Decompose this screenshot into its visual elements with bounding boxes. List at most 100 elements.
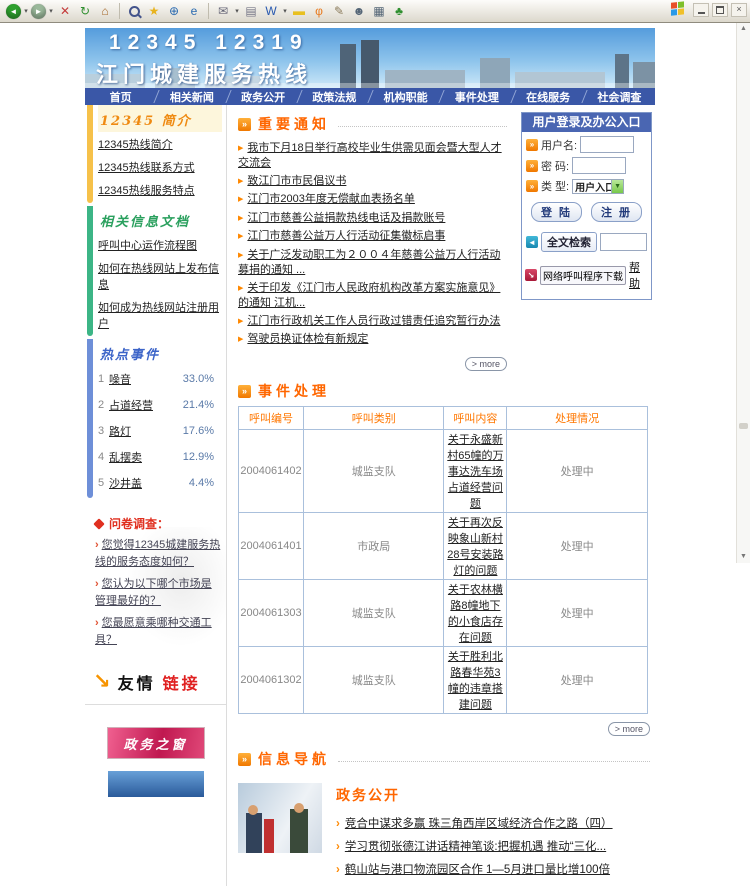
search-icon[interactable]	[125, 2, 143, 20]
building-icon[interactable]: ▦	[370, 2, 388, 20]
scroll-up-icon[interactable]: ▲	[737, 23, 750, 35]
print-icon[interactable]: ▤	[242, 2, 260, 20]
scrollbar-thumb[interactable]	[739, 423, 748, 429]
fulltext-search-button[interactable]: 全文检索	[541, 232, 597, 252]
notice-link[interactable]: 关于广泛发动职工为２００４年慈善公益万人行活动募捐的通知 ...	[238, 249, 500, 277]
toolbar-separator	[119, 3, 120, 19]
section-ribbon	[87, 339, 93, 498]
section-title: 热点事件	[98, 339, 222, 366]
favorites-icon[interactable]: ★	[145, 2, 163, 20]
notes-icon[interactable]: ▬	[290, 2, 308, 20]
notice-link[interactable]: 致江门市市民倡议书	[247, 175, 346, 187]
draw-icon[interactable]: ✎	[330, 2, 348, 20]
table-header-cell: 呼叫类别	[304, 407, 444, 430]
forward-icon[interactable]: ►	[31, 4, 46, 19]
notice-link[interactable]: 关于印发《江门市人民政府机构改革方案实施意见》的通知 江机...	[238, 282, 500, 310]
word-icon[interactable]: W	[262, 2, 280, 20]
news-link[interactable]: 竞合中谋求多赢 珠三角西岸区域经济合作之路（四）	[336, 817, 652, 832]
hot-event-link[interactable]: 噪音	[109, 371, 183, 387]
notice-link[interactable]: 江门市行政机关工作人员行政过错责任追究暂行办法	[247, 315, 500, 327]
status-cell: 处理中	[507, 580, 647, 647]
mail-icon[interactable]: ✉	[214, 2, 232, 20]
hot-event-link[interactable]: 沙井盖	[109, 475, 189, 491]
survey-question-link[interactable]: 您认为以下哪个市场是管理最好的？	[95, 576, 222, 610]
nav-item[interactable]: 政务公开	[228, 88, 299, 105]
chevron-down-icon[interactable]: ▼	[611, 179, 624, 194]
hot-event-link[interactable]: 乱摆卖	[109, 449, 183, 465]
call-category-cell: 城监支队	[304, 430, 444, 513]
nav-item[interactable]: 机构职能	[370, 88, 441, 105]
sidebar-link[interactable]: 12345热线简介	[98, 132, 222, 155]
help-link[interactable]: 帮助	[629, 259, 648, 291]
home-icon[interactable]: ⌂	[96, 2, 114, 20]
news-link[interactable]: 学习贯彻张德江讲话精神笔谈:把握机遇 推动“三化...	[336, 840, 652, 855]
ie-icon[interactable]: e	[185, 2, 203, 20]
stop-icon[interactable]: ✕	[56, 2, 74, 20]
call-content-link[interactable]: 关于农林横路8幢地下的小食店存在问题	[448, 584, 503, 644]
sidebar-link[interactable]: 如何在热线网站上发布信息	[98, 256, 222, 295]
notice-link[interactable]: 江门市慈善公益万人行活动征集徽标启事	[247, 230, 445, 242]
misc-icon[interactable]: ♣	[390, 2, 408, 20]
plugin-icon[interactable]: φ	[310, 2, 328, 20]
gov-window-banner[interactable]: 政务之窗	[107, 727, 205, 759]
nav-item[interactable]: 事件处理	[441, 88, 512, 105]
call-content-cell: 关于胜利北路春华苑3幢的违章搭建问题	[444, 647, 507, 714]
notice-link[interactable]: 我市下月18日举行高校毕业生供需见面会暨大型人才交流会	[238, 142, 502, 170]
back-dropdown-icon[interactable]: ▾	[22, 2, 30, 20]
username-field[interactable]	[580, 136, 634, 153]
sidebar-link[interactable]: 呼叫中心运作流程图	[98, 233, 222, 256]
mail-dropdown-icon[interactable]: ▾	[233, 2, 241, 20]
minimize-button[interactable]	[693, 3, 709, 17]
section-title: 12345 简介	[98, 105, 222, 132]
sidebar-link[interactable]: 如何成为热线网站注册用户	[98, 295, 222, 334]
notice-link[interactable]: 江门市2003年度无偿献血表扬名单	[247, 193, 414, 205]
hot-event-rank: 3	[98, 425, 109, 437]
restore-button[interactable]	[712, 3, 728, 17]
people-icon[interactable]: ☻	[350, 2, 368, 20]
call-content-link[interactable]: 关于再次反映象山新村28号安装路灯的问题	[447, 517, 503, 577]
survey-question-link[interactable]: 您觉得12345城建服务热线的服务态度如何？	[95, 537, 222, 571]
notice-link[interactable]: 驾驶员换证体检有新规定	[247, 333, 368, 345]
back-icon[interactable]: ◄	[6, 4, 21, 19]
notice-link[interactable]: 江门市慈善公益捐款热线电话及捐款账号	[247, 212, 445, 224]
refresh-icon[interactable]: ↻	[76, 2, 94, 20]
hot-event-percent: 17.6%	[183, 425, 222, 437]
nav-item[interactable]: 政策法规	[299, 88, 370, 105]
user-type-select[interactable]: 用户入口 ▼	[572, 179, 624, 194]
call-content-link[interactable]: 关于胜利北路春华苑3幢的违章搭建问题	[448, 651, 503, 711]
nav-item[interactable]: 社会调查	[584, 88, 655, 105]
forward-dropdown-icon[interactable]: ▾	[47, 2, 55, 20]
login-button[interactable]: 登 陆	[531, 202, 582, 222]
events-more-button[interactable]: > more	[608, 722, 650, 736]
hot-event-link[interactable]: 路灯	[109, 423, 183, 439]
survey-question-link[interactable]: 您最愿意乘哪种交通工具？	[95, 615, 222, 649]
events-section: » 事件处理 呼叫编号呼叫类别呼叫内容处理情况 2004061402 城监支队	[238, 381, 652, 737]
nav-item[interactable]: 首页	[85, 88, 156, 105]
dotted-divider	[338, 761, 650, 762]
globe-icon[interactable]: ⊕	[165, 2, 183, 20]
sidebar: 12345 简介 12345热线简介12345热线联系方式12345热线服务特点…	[85, 105, 227, 886]
call-category-cell: 市政局	[304, 513, 444, 580]
password-field[interactable]	[572, 157, 626, 174]
word-dropdown-icon[interactable]: ▾	[281, 2, 289, 20]
notices-more-button[interactable]: > more	[465, 357, 507, 371]
news-thumbnail-image[interactable]	[238, 783, 322, 853]
call-content-link[interactable]: 关于永盛新村65幢的万事达洗车场占道经营问题	[447, 434, 503, 510]
sidebar-link[interactable]: 12345热线联系方式	[98, 155, 222, 178]
friend-links-header: ↘ 友情 链接	[85, 658, 226, 705]
close-button[interactable]: ×	[731, 3, 747, 17]
info-nav-section: » 信息导航 政务公开 竞合中谋求多赢 珠三角西岸区域经济合作之路（四）学习贯彻…	[238, 749, 652, 886]
nav-item[interactable]: 在线服务	[513, 88, 584, 105]
news-link[interactable]: 鹤山站与港口物流园区合作 1—5月进口量比增100倍	[336, 863, 652, 878]
arrow-bullet-icon: »	[526, 139, 538, 151]
register-button[interactable]: 注 册	[591, 202, 642, 222]
vertical-scrollbar[interactable]: ▲ ▼	[736, 23, 750, 563]
call-program-download-button[interactable]: 网络呼叫程序下载	[540, 266, 626, 285]
hot-event-link[interactable]: 占道经营	[109, 397, 183, 413]
scroll-down-icon[interactable]: ▼	[737, 551, 750, 563]
nav-item[interactable]: 相关新闻	[156, 88, 227, 105]
blue-banner[interactable]	[108, 771, 204, 797]
sidebar-link[interactable]: 12345热线服务特点	[98, 178, 222, 201]
fulltext-search-input[interactable]	[600, 233, 647, 251]
arrow-bullet-icon: »	[526, 160, 538, 172]
